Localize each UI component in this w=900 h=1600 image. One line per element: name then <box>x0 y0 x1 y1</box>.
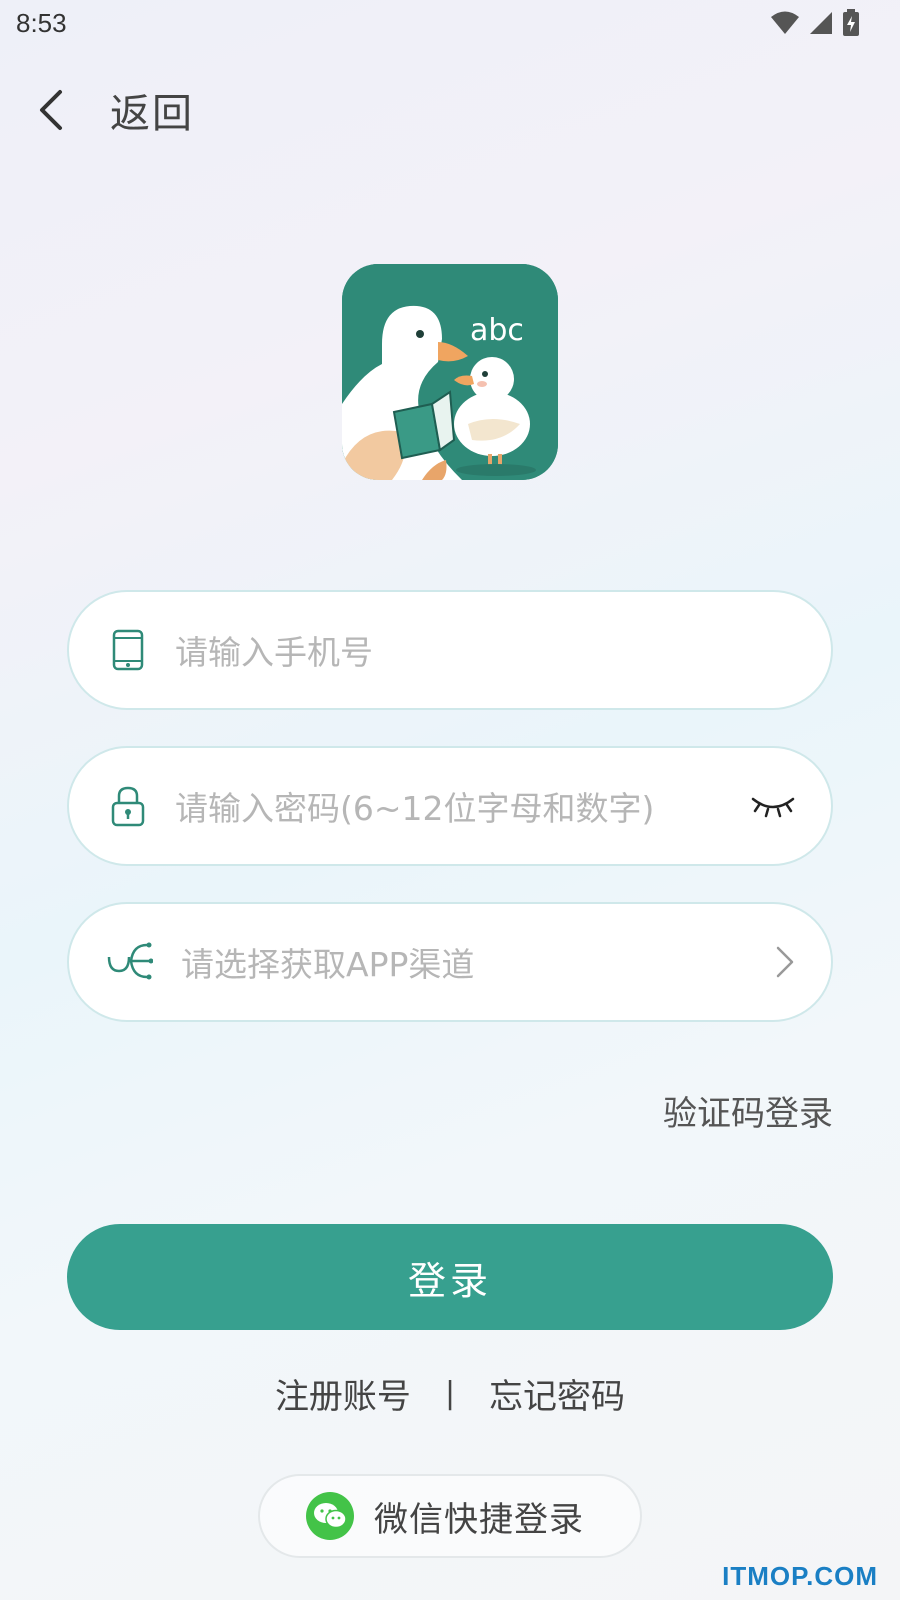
watermark: ITMOP.COM <box>722 1561 878 1591</box>
forgot-password-link[interactable]: 忘记密码 <box>489 1369 625 1418</box>
register-link[interactable]: 注册账号 <box>275 1369 411 1418</box>
password-placeholder: 请输入密码(6~12位字母和数字) <box>175 789 655 828</box>
chevron-right-icon <box>775 945 795 979</box>
link-divider: | <box>444 1375 456 1411</box>
phone-field[interactable]: 请输入手机号 <box>67 590 833 710</box>
account-links: 注册账号 | 忘记密码 <box>0 1368 900 1418</box>
channel-select[interactable]: 请选择获取APP渠道 <box>67 902 833 1022</box>
eye-closed-icon[interactable] <box>751 793 795 819</box>
app-logo: abc <box>342 264 558 480</box>
wechat-icon <box>306 1492 354 1540</box>
wechat-login-label: 微信快捷登录 <box>374 1499 584 1540</box>
wifi-icon <box>770 10 800 36</box>
phone-icon <box>107 629 149 671</box>
sms-login-link[interactable]: 验证码登录 <box>663 1086 833 1135</box>
password-field[interactable]: 请输入密码(6~12位字母和数字) <box>67 746 833 866</box>
status-bar: 8:53 <box>0 0 900 50</box>
channel-placeholder: 请选择获取APP渠道 <box>181 945 475 984</box>
back-label: 返回 <box>110 91 194 137</box>
wechat-login-button[interactable]: 微信快捷登录 <box>258 1474 642 1558</box>
phone-placeholder: 请输入手机号 <box>175 633 373 672</box>
login-button[interactable]: 登录 <box>67 1224 833 1330</box>
status-time: 8:53 <box>16 8 67 38</box>
back-chevron-icon <box>36 78 80 142</box>
svg-text:abc: abc <box>470 313 524 348</box>
signal-icon <box>808 10 834 36</box>
lock-icon <box>107 785 149 827</box>
status-icons <box>770 8 860 38</box>
battery-icon <box>842 9 860 37</box>
back-button[interactable]: 返回 <box>36 78 194 142</box>
channel-icon <box>107 941 153 983</box>
